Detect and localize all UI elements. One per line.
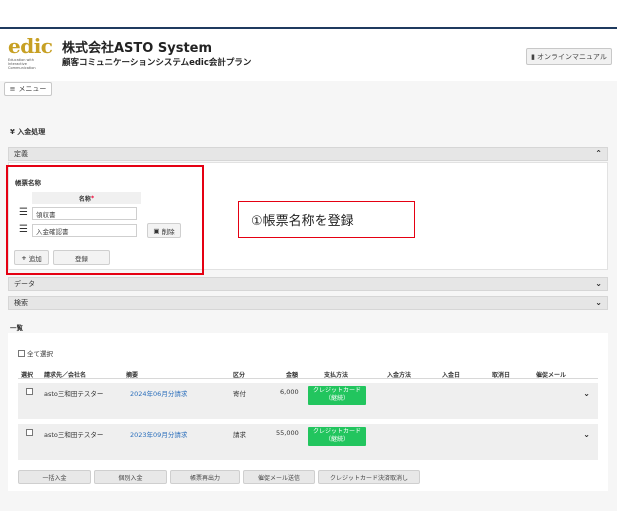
column-header: 支払方法 (324, 372, 349, 379)
bulk-payment-button[interactable]: 一括入金 (18, 470, 91, 484)
column-header: 催促メール (536, 372, 567, 379)
section-data-label: データ (14, 280, 35, 288)
row-checkbox[interactable] (26, 429, 33, 436)
book-icon: ▮ (531, 52, 536, 61)
summary-link[interactable]: 2023年09月分請求 (130, 429, 187, 439)
page-title: ¥ 入金処理 (10, 128, 46, 136)
individual-payment-button[interactable]: 個別入金 (94, 470, 167, 484)
logo-tagline: Education with Interactive Communication (8, 58, 36, 70)
checkbox[interactable] (18, 349, 25, 357)
online-manual-label: オンラインマニュアル (537, 52, 607, 61)
summary-link[interactable]: 2024年06月分請求 (130, 388, 187, 398)
section-data-header[interactable]: データ ⌄ (8, 277, 608, 291)
hamburger-icon: ≡ (9, 85, 16, 93)
system-subtitle: 顧客コミュニケーションシステムedic会計プラン (62, 58, 252, 68)
row-checkbox[interactable] (26, 388, 33, 395)
customer-name: asto三和田テスター (44, 390, 104, 398)
send-reminder-label: 催促メール送信 (257, 474, 300, 482)
customer-name: asto三和田テスター (44, 431, 104, 439)
column-header: 請求先／会社名 (44, 372, 87, 379)
bulk-payment-label: 一括入金 (42, 474, 67, 482)
callout-annotation: ①帳票名称を登録 (238, 201, 415, 238)
highlight-box (6, 165, 204, 275)
payment-method-badge: クレジットカード （継続） (308, 386, 366, 405)
column-header: 入金日 (442, 372, 461, 379)
category: 寄付 (233, 390, 246, 398)
table-row[interactable]: asto三和田テスター 2024年06月分請求 寄付 6,000 クレジットカー… (18, 383, 598, 419)
chevron-down-icon[interactable]: ⌄ (583, 389, 590, 398)
amount: 55,000 (276, 429, 299, 437)
section-search-header[interactable]: 検索 ⌄ (8, 296, 608, 310)
chevron-down-icon[interactable]: ⌄ (583, 430, 590, 439)
section-search-label: 検索 (14, 299, 28, 307)
payment-method-badge: クレジットカード （継続） (308, 427, 366, 446)
chevron-down-icon: ⌄ (595, 279, 602, 288)
send-reminder-button[interactable]: 催促メール送信 (243, 470, 315, 484)
chevron-up-icon: ⌃ (595, 149, 602, 158)
edic-logo: edic Education with Interactive Communic… (8, 34, 53, 70)
menu-label: メニュー (18, 85, 47, 93)
column-header: 区分 (233, 372, 246, 379)
reissue-forms-label: 帳票再出力 (189, 474, 220, 482)
section-definition-header[interactable]: 定義 ⌃ (8, 147, 608, 161)
section-definition-label: 定義 (14, 150, 28, 158)
online-manual-button[interactable]: ▮ オンラインマニュアル (526, 48, 612, 65)
chevron-down-icon: ⌄ (595, 298, 602, 307)
column-header: 入金方法 (387, 372, 412, 379)
individual-payment-label: 個別入金 (118, 474, 143, 482)
cancel-credit-card-button[interactable]: クレジットカード決済取消し (318, 470, 420, 484)
list-section-label: 一覧 (10, 324, 23, 332)
select-all-checkbox[interactable]: 全て選択 (18, 348, 53, 358)
category: 請求 (233, 431, 246, 439)
column-header: 金額 (286, 372, 299, 379)
cancel-credit-card-label: クレジットカード決済取消し (329, 474, 408, 482)
amount: 6,000 (280, 388, 299, 396)
select-all-label: 全て選択 (27, 350, 53, 358)
table-header: 選択 請求先／会社名 摘要 区分 金額 支払方法 入金方法 入金日 取消日 催促… (18, 367, 598, 379)
callout-text: ①帳票名称を登録 (251, 214, 354, 229)
reissue-forms-button[interactable]: 帳票再出力 (170, 470, 240, 484)
company-name: 株式会社ASTO System (62, 41, 213, 56)
column-header: 選択 (21, 372, 34, 379)
menu-button[interactable]: ≡ メニュー (4, 82, 52, 96)
column-header: 取消日 (492, 372, 511, 379)
column-header: 摘要 (126, 372, 139, 379)
table-row[interactable]: asto三和田テスター 2023年09月分請求 請求 55,000 クレジットカ… (18, 424, 598, 460)
